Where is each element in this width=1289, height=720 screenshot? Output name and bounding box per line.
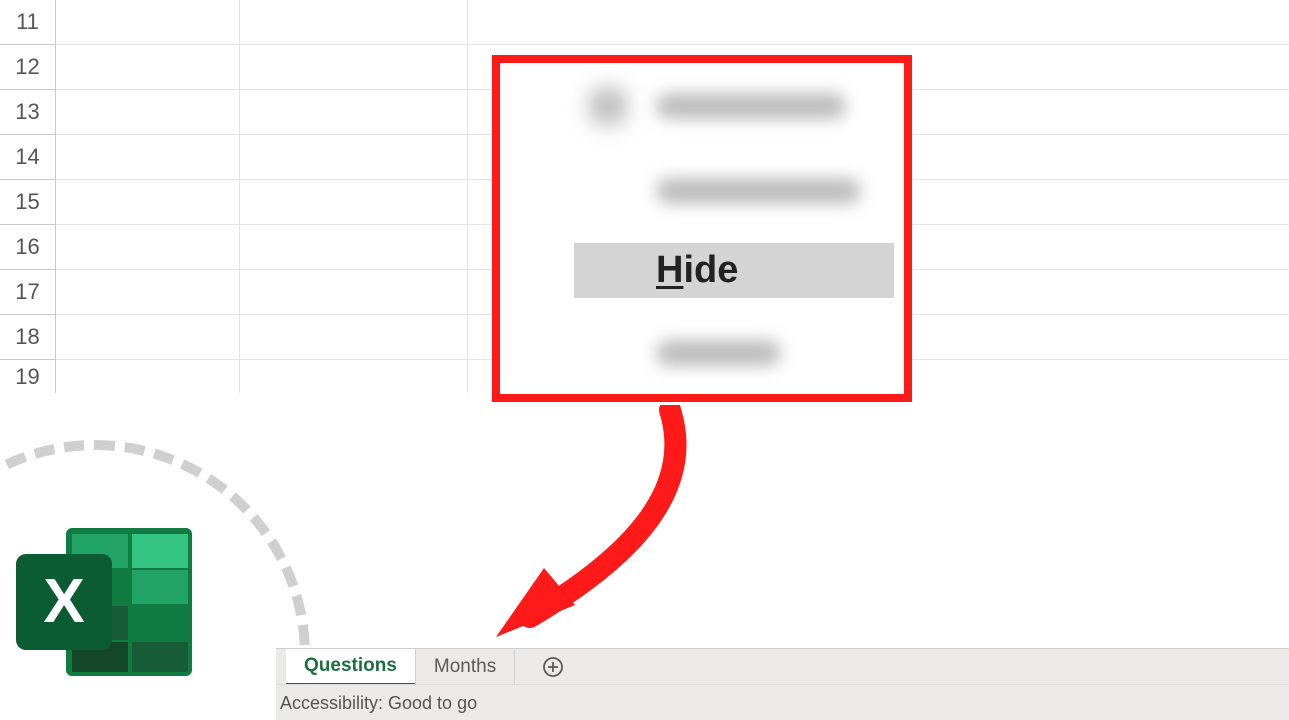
accessibility-status: Accessibility: Good to go — [280, 693, 477, 714]
cell[interactable] — [240, 180, 468, 224]
row-11[interactable]: 11 — [0, 0, 1289, 45]
cell[interactable] — [240, 360, 468, 393]
cell[interactable] — [56, 90, 240, 134]
row-header[interactable]: 12 — [0, 45, 56, 90]
cell[interactable] — [56, 315, 240, 359]
context-menu-item-label: Hide — [656, 249, 738, 292]
cell[interactable] — [240, 90, 468, 134]
sheet-tab-strip: Questions Months — [276, 648, 1289, 685]
row-header[interactable]: 15 — [0, 180, 56, 225]
cell[interactable] — [240, 135, 468, 179]
cell[interactable] — [240, 225, 468, 269]
sheet-tab-label: Questions — [304, 655, 397, 677]
row-cells[interactable] — [56, 0, 1289, 45]
sheet-tab-months[interactable]: Months — [416, 649, 515, 685]
cell[interactable] — [240, 270, 468, 314]
tab-strip-gap — [515, 649, 535, 685]
context-menu: Hide — [492, 55, 912, 402]
new-sheet-button[interactable] — [535, 649, 571, 685]
row-header[interactable]: 19 — [0, 360, 56, 393]
context-menu-item-hide[interactable]: Hide — [574, 243, 894, 298]
row-header[interactable]: 16 — [0, 225, 56, 270]
cell[interactable] — [56, 270, 240, 314]
row-header[interactable]: 17 — [0, 270, 56, 315]
context-menu-item-row-height[interactable] — [574, 163, 894, 218]
context-menu-item-label — [656, 340, 781, 366]
row-header[interactable]: 18 — [0, 315, 56, 360]
tab-strip-lead — [276, 649, 286, 685]
excel-icon-letter: X — [43, 567, 84, 636]
format-cells-icon — [590, 88, 626, 124]
tab-strip-rest — [571, 649, 1289, 685]
cell[interactable] — [56, 180, 240, 224]
context-menu-item-format-cells[interactable] — [574, 78, 894, 133]
context-menu-item-label — [656, 178, 861, 204]
cell[interactable] — [56, 225, 240, 269]
plus-circle-icon — [542, 656, 564, 678]
context-menu-item-unhide[interactable] — [574, 325, 894, 380]
annotation-arrow — [470, 405, 730, 655]
sheet-tab-label: Months — [434, 656, 496, 678]
cell[interactable] — [56, 360, 240, 393]
sheet-tab-questions[interactable]: Questions — [286, 649, 416, 686]
excel-icon: X — [12, 522, 197, 682]
status-bar: Accessibility: Good to go — [276, 684, 1289, 720]
cell[interactable] — [56, 135, 240, 179]
cell[interactable] — [468, 0, 1289, 44]
cell[interactable] — [56, 0, 240, 44]
row-header[interactable]: 11 — [0, 0, 56, 45]
context-menu-item-label — [656, 93, 846, 119]
cell[interactable] — [240, 45, 468, 89]
row-header[interactable]: 13 — [0, 90, 56, 135]
cell[interactable] — [240, 315, 468, 359]
row-header[interactable]: 14 — [0, 135, 56, 180]
cell[interactable] — [240, 0, 468, 44]
cell[interactable] — [56, 45, 240, 89]
